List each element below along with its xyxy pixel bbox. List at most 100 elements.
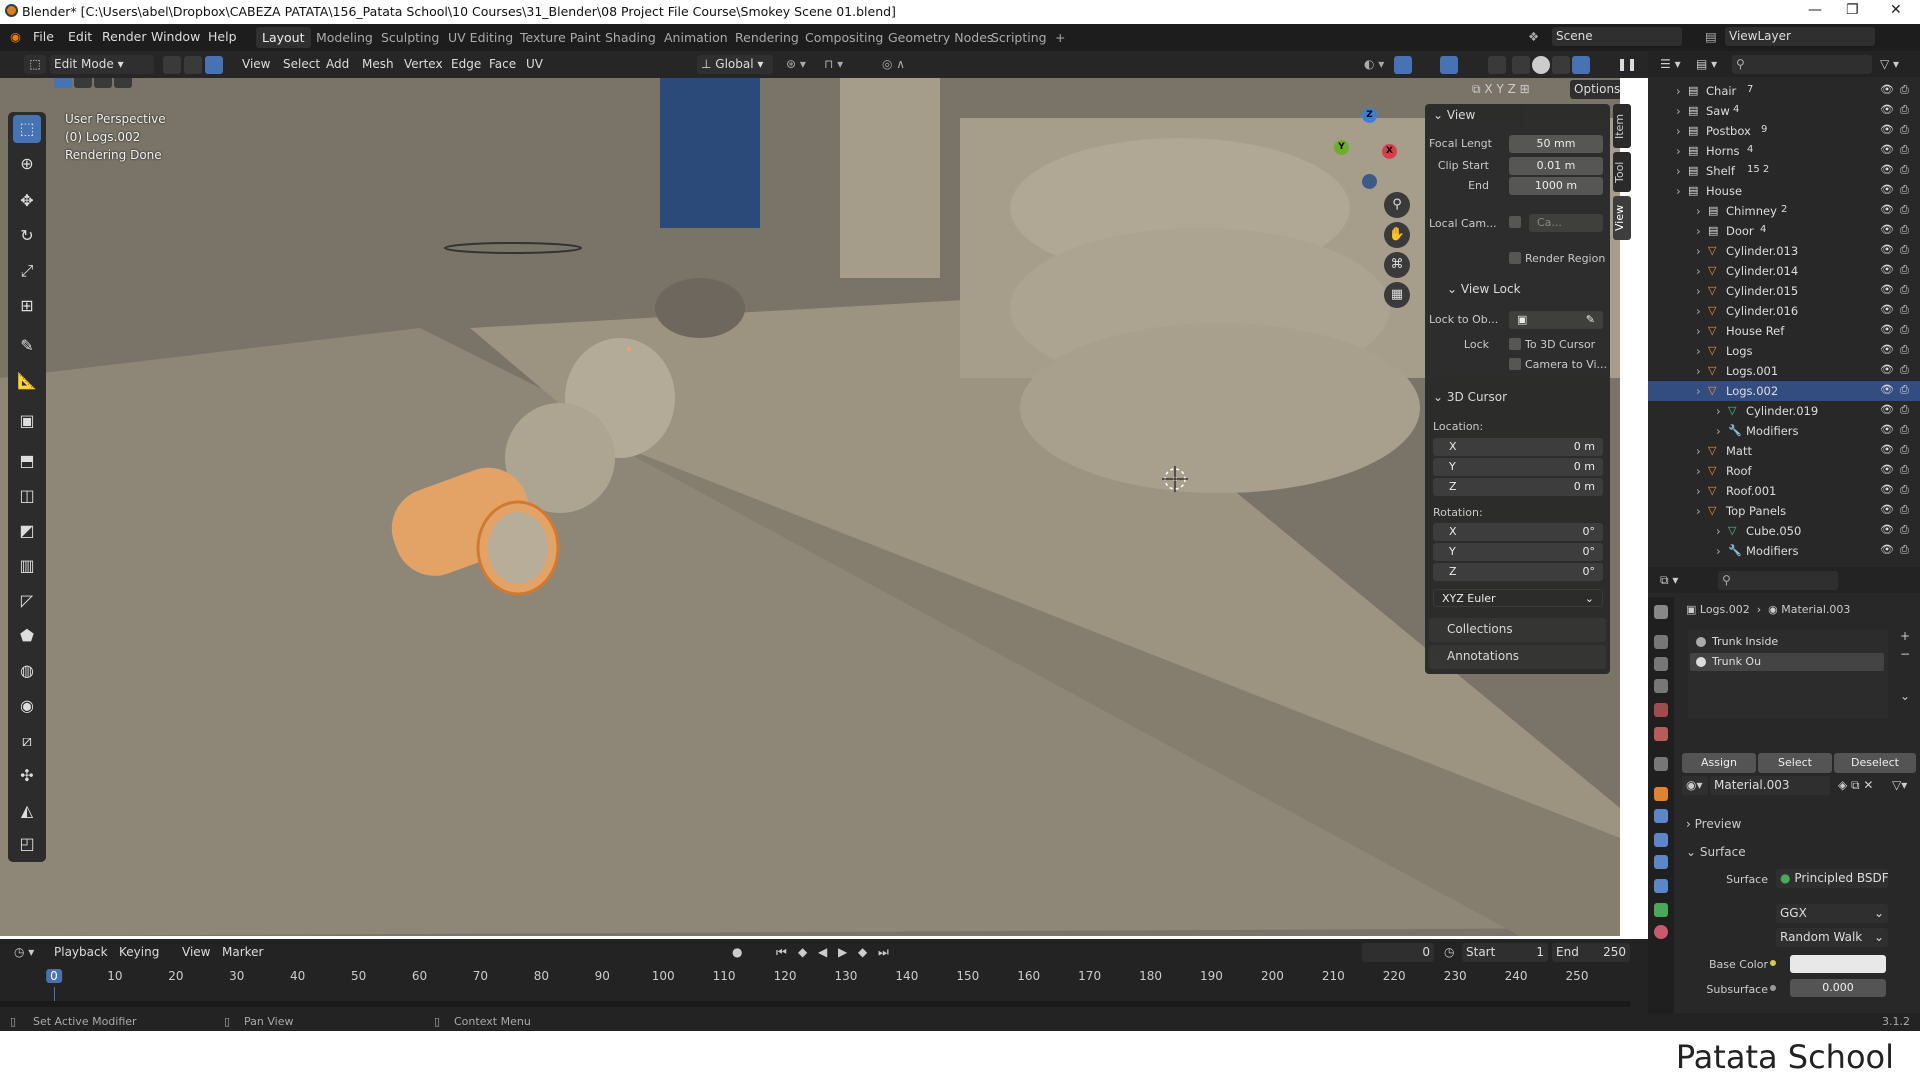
outliner-row[interactable]: › ▤ House 👁 ⎙ [1648,181,1920,201]
expand-toggle-icon[interactable]: › [1716,404,1721,418]
visibility-eye-icon[interactable]: 👁 [1880,323,1894,336]
material-name-field[interactable]: Material.003 [1710,776,1830,795]
expand-toggle-icon[interactable]: › [1716,524,1721,538]
shading-solid-icon[interactable] [1532,56,1550,74]
visibility-eye-icon[interactable]: 👁 [1880,543,1894,556]
link-dropdown-icon[interactable]: ▽▾ [1888,776,1911,795]
expand-toggle-icon[interactable]: › [1696,384,1701,398]
expand-toggle-icon[interactable]: › [1696,364,1701,378]
visibility-eye-icon[interactable]: 👁 [1880,523,1894,536]
pause-render-icon[interactable]: ❚❚ [1613,55,1641,74]
select-invert-icon[interactable] [114,78,132,88]
subsurface-method-dropdown[interactable]: Random Walk ⌄ [1776,928,1888,947]
render-camera-icon[interactable]: ⎙ [1900,83,1911,96]
expand-toggle-icon[interactable]: › [1696,224,1701,238]
outliner-row[interactable]: › 🔧 Modifiers 👁 ⎙ [1648,541,1920,561]
shading-rendered-icon[interactable] [1572,56,1590,74]
local-camera-field[interactable]: Ca... [1529,214,1603,232]
outliner-row[interactable]: › ▽ Logs.001 👁 ⎙ [1648,361,1920,381]
cursor-location-y[interactable]: Y 0 m [1433,458,1603,476]
timeline-menu-marker[interactable]: Marker [218,943,267,962]
render-camera-icon[interactable]: ⎙ [1900,543,1911,556]
current-frame-field[interactable]: 0 [1362,943,1434,962]
workspace-tab-shading[interactable]: Shading [599,27,662,48]
knife-tool-icon[interactable]: ◸ [13,587,41,615]
outliner-row[interactable]: › ▽ Cylinder.015 👁 ⎙ [1648,281,1920,301]
visibility-eye-icon[interactable]: 👁 [1880,443,1894,456]
scene-tab-icon[interactable] [1654,703,1668,717]
menu-edit[interactable]: Edit [68,29,92,44]
cursor-location-z[interactable]: Z 0 m [1433,478,1603,496]
play-reverse-icon[interactable]: ◀ [814,943,831,962]
render-camera-icon[interactable]: ⎙ [1900,423,1911,436]
expand-toggle-icon[interactable]: › [1696,264,1701,278]
next-keyframe-icon[interactable]: ◆ [854,943,871,962]
render-camera-icon[interactable]: ⎙ [1900,443,1911,456]
header-menu-view[interactable]: View [238,55,274,74]
workspace-tab-sculpting[interactable]: Sculpting [375,27,445,48]
visibility-eye-icon[interactable]: 👁 [1880,363,1894,376]
material-slot-item[interactable]: Trunk Inside [1690,633,1884,651]
gizmo-x-axis[interactable]: X [1382,144,1397,159]
transform-orientation-dropdown[interactable]: ⊥ Global ▾ [697,55,773,74]
clip-start-field[interactable]: 0.01 m [1509,157,1603,175]
constraints-tab-icon[interactable] [1654,879,1668,893]
outliner-row[interactable]: › ▽ Cylinder.013 👁 ⎙ [1648,241,1920,261]
preview-range-icon[interactable]: ◷ [1440,943,1458,962]
view-section-header[interactable]: ⌄ View [1433,108,1475,122]
expand-toggle-icon[interactable]: › [1696,444,1701,458]
shear-tool-icon[interactable]: ◭ [13,797,41,825]
visibility-eye-icon[interactable]: 👁 [1880,503,1894,516]
expand-toggle-icon[interactable]: › [1716,544,1721,558]
mirror-x[interactable]: X [1484,82,1492,96]
workspace-tab-geometry-nodes[interactable]: Geometry Nodes [882,27,999,48]
playhead[interactable] [54,987,55,1001]
outliner-row[interactable]: › ▤ Shelf 15 2 👁 ⎙ [1648,161,1920,181]
material-tab-icon[interactable] [1654,925,1668,939]
visibility-eye-icon[interactable]: 👁 [1880,403,1894,416]
expand-toggle-icon[interactable]: › [1676,184,1681,198]
visibility-eye-icon[interactable]: 👁 [1880,243,1894,256]
timeline-menu-keying[interactable]: Keying [115,943,163,962]
render-camera-icon[interactable]: ⎙ [1900,123,1911,136]
render-region-checkbox[interactable] [1509,252,1521,264]
start-frame-field[interactable]: Start 1 [1462,943,1548,962]
render-camera-icon[interactable]: ⎙ [1900,483,1911,496]
menu-render[interactable]: Render [102,29,147,44]
outliner-row[interactable]: › ▽ Cylinder.019 👁 ⎙ [1648,401,1920,421]
render-camera-icon[interactable]: ⎙ [1900,343,1911,356]
lock-to-cursor-checkbox[interactable] [1509,338,1521,350]
options-dropdown[interactable]: Options ▾ [1570,80,1620,99]
workspace-tab-animation[interactable]: Animation [658,27,734,48]
surface-shader-field[interactable]: ● Principled BSDF [1776,869,1889,888]
minimize-button[interactable]: — [1808,2,1822,18]
deselect-button[interactable]: Deselect [1834,753,1916,773]
visibility-eye-icon[interactable]: 👁 [1880,383,1894,396]
tab-tool[interactable]: Tool [1613,152,1631,192]
3d-viewport[interactable]: User Perspective (0) Logs.002 Rendering … [0,78,1620,936]
gizmo-z-axis[interactable]: Z [1362,108,1377,123]
outliner-row[interactable]: › ▽ Logs.002 👁 ⎙ [1648,381,1920,401]
blender-menu-icon[interactable]: ◉ [10,29,21,44]
render-tab-icon[interactable] [1654,635,1668,649]
visibility-eye-icon[interactable]: 👁 [1880,123,1894,136]
select-new-icon[interactable] [54,78,72,88]
render-camera-icon[interactable]: ⎙ [1900,383,1911,396]
scene-selector[interactable]: Scene [1552,27,1682,46]
select-subtract-icon[interactable] [94,78,112,88]
outliner-row[interactable]: › 🔧 Modifiers 👁 ⎙ [1648,421,1920,441]
cursor-tool-icon[interactable]: ⊕ [13,150,41,178]
header-menu-add[interactable]: Add [322,55,353,74]
3d-cursor-header[interactable]: ⌄ 3D Cursor [1433,390,1507,404]
render-camera-icon[interactable]: ⎙ [1900,143,1911,156]
vertex-select-icon[interactable] [163,56,181,74]
visibility-eye-icon[interactable]: 👁 [1880,103,1894,116]
move-tool-icon[interactable]: ✥ [13,187,41,215]
outliner-row[interactable]: › ▤ Chair 7 👁 ⎙ [1648,81,1920,101]
collections-section[interactable]: Collections [1429,618,1606,642]
overlay-toggle-icon[interactable] [1440,56,1458,74]
render-camera-icon[interactable]: ⎙ [1900,523,1911,536]
cursor-rotation-y[interactable]: Y 0° [1433,543,1603,561]
edge-select-icon[interactable] [184,56,202,74]
gizmo-toggle-icon[interactable] [1394,56,1412,74]
